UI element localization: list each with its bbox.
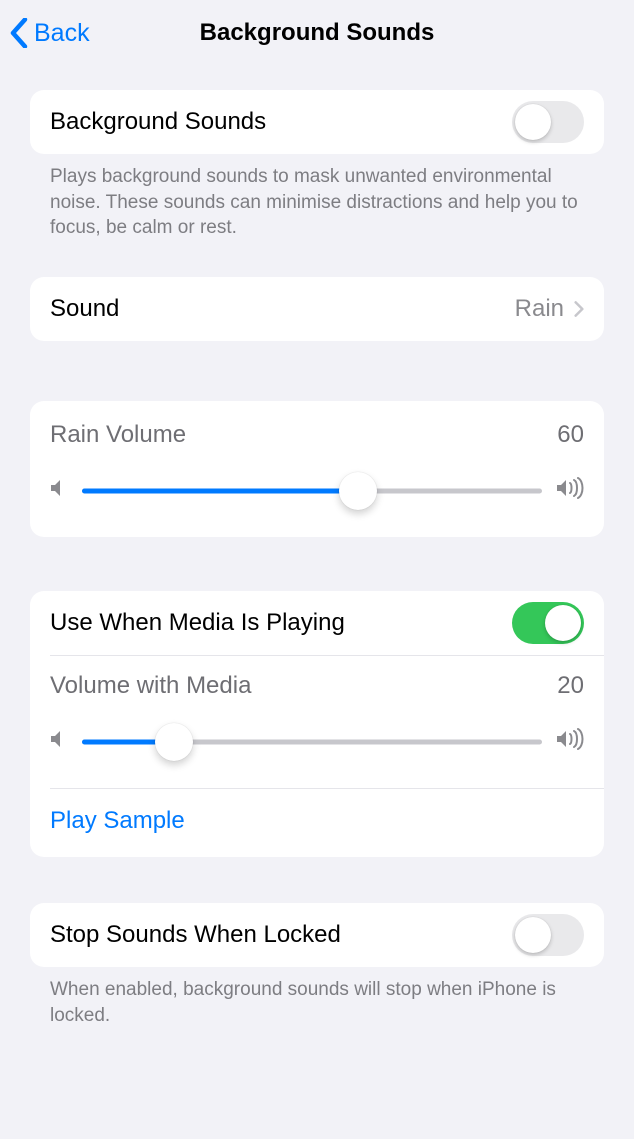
speaker-max-icon: [556, 477, 584, 504]
slider-thumb: [155, 723, 193, 761]
back-label: Back: [34, 19, 90, 48]
sound-value: Rain: [515, 295, 564, 323]
sound-label: Sound: [50, 295, 119, 323]
group-lock: Stop Sounds When Locked: [30, 903, 604, 967]
page-title: Background Sounds: [200, 19, 435, 47]
media-volume-slider[interactable]: [82, 722, 542, 762]
media-volume-value: 20: [557, 672, 584, 700]
media-volume-block: Volume with Media 20: [30, 656, 604, 788]
background-sounds-label: Background Sounds: [50, 108, 266, 136]
rain-volume-block: Rain Volume 60: [30, 401, 604, 537]
toggle-knob: [545, 605, 581, 641]
row-use-when-media[interactable]: Use When Media Is Playing: [30, 591, 604, 655]
rain-volume-slider[interactable]: [82, 471, 542, 511]
toggle-knob: [515, 917, 551, 953]
rain-volume-label: Rain Volume: [50, 421, 186, 449]
navbar: Back Background Sounds: [0, 0, 634, 66]
media-volume-label: Volume with Media: [50, 672, 251, 700]
sound-value-wrap: Rain: [515, 295, 584, 323]
play-sample-button[interactable]: Play Sample: [30, 789, 604, 857]
back-button[interactable]: Back: [10, 0, 90, 66]
background-sounds-footer: Plays background sounds to mask unwanted…: [30, 154, 604, 241]
stop-when-locked-label: Stop Sounds When Locked: [50, 921, 341, 949]
row-sound[interactable]: Sound Rain: [30, 277, 604, 341]
row-stop-when-locked[interactable]: Stop Sounds When Locked: [30, 903, 604, 967]
use-when-media-toggle[interactable]: [512, 602, 584, 644]
speaker-min-icon: [50, 478, 68, 503]
slider-fill: [82, 488, 358, 493]
chevron-left-icon: [10, 18, 28, 48]
group-rain-volume: Rain Volume 60: [30, 401, 604, 537]
speaker-max-icon: [556, 728, 584, 755]
lock-footer: When enabled, background sounds will sto…: [30, 967, 604, 1028]
stop-when-locked-toggle[interactable]: [512, 914, 584, 956]
background-sounds-toggle[interactable]: [512, 101, 584, 143]
rain-volume-value: 60: [557, 421, 584, 449]
slider-thumb: [339, 472, 377, 510]
chevron-right-icon: [574, 300, 584, 318]
group-sound: Sound Rain: [30, 277, 604, 341]
speaker-min-icon: [50, 729, 68, 754]
use-when-media-label: Use When Media Is Playing: [50, 609, 345, 637]
group-main-toggle: Background Sounds: [30, 90, 604, 154]
group-media: Use When Media Is Playing Volume with Me…: [30, 591, 604, 857]
toggle-knob: [515, 104, 551, 140]
row-background-sounds[interactable]: Background Sounds: [30, 90, 604, 154]
